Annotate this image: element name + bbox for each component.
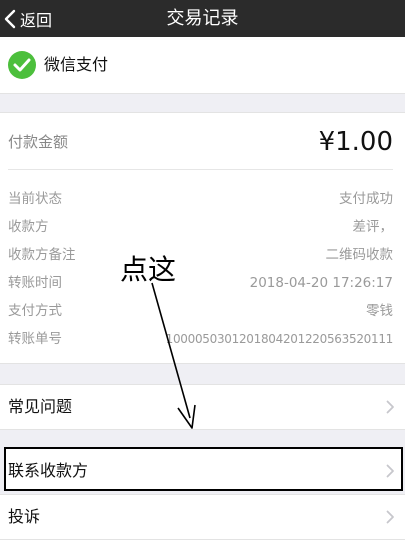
chevron-right-icon [386, 400, 394, 414]
info-label: 转账时间 [8, 275, 62, 291]
info-value: 零钱 [366, 303, 393, 319]
merchant-header: 微信支付 [0, 37, 405, 94]
complaint-button[interactable]: 投诉 [0, 494, 405, 540]
contact-payee-label: 联系收款方 [8, 461, 89, 480]
info-row-payee: 收款方 差评， [8, 215, 393, 239]
info-row-transfer-number: 转账单号 1000050301201804201220563520111 [8, 327, 393, 351]
info-value: 1000050301201804201220563520111 [165, 332, 394, 346]
amount-value: ¥1.00 [318, 127, 393, 157]
annotation-text: 点这 [120, 253, 177, 286]
info-label: 收款方备注 [8, 247, 76, 263]
info-label: 收款方 [8, 219, 49, 235]
complaint-label: 投诉 [8, 507, 41, 526]
wechat-pay-logo-icon [8, 51, 36, 79]
amount-row: 付款金额 ¥1.00 [8, 113, 393, 170]
info-value: 二维码收款 [325, 247, 394, 263]
info-label: 转账单号 [8, 331, 62, 347]
info-value: 2018-04-20 17:26:17 [249, 275, 393, 291]
info-value: 支付成功 [339, 191, 393, 207]
chevron-right-icon [386, 510, 394, 524]
info-label: 当前状态 [8, 191, 62, 207]
info-value: 差评， [352, 219, 394, 235]
merchant-name: 微信支付 [44, 55, 109, 74]
contact-payee-button[interactable]: 联系收款方 [4, 447, 403, 491]
info-label: 支付方式 [8, 303, 62, 319]
info-row-transfer-time: 转账时间 2018-04-20 17:26:17 [8, 271, 393, 295]
amount-label: 付款金额 [8, 133, 69, 151]
transaction-detail: 付款金额 ¥1.00 当前状态 支付成功 收款方 差评， 收款方备注 二维码收款… [0, 112, 405, 364]
page-title: 交易记录 [166, 8, 239, 29]
faq-label: 常见问题 [8, 397, 73, 416]
info-row-payment-method: 支付方式 零钱 [8, 299, 393, 323]
faq-button[interactable]: 常见问题 [0, 384, 405, 430]
chevron-right-icon [386, 464, 394, 478]
info-row-payee-note: 收款方备注 二维码收款 [8, 243, 393, 267]
info-row-status: 当前状态 支付成功 [8, 187, 393, 211]
navigation-bar: 返回 交易记录 [0, 0, 405, 37]
